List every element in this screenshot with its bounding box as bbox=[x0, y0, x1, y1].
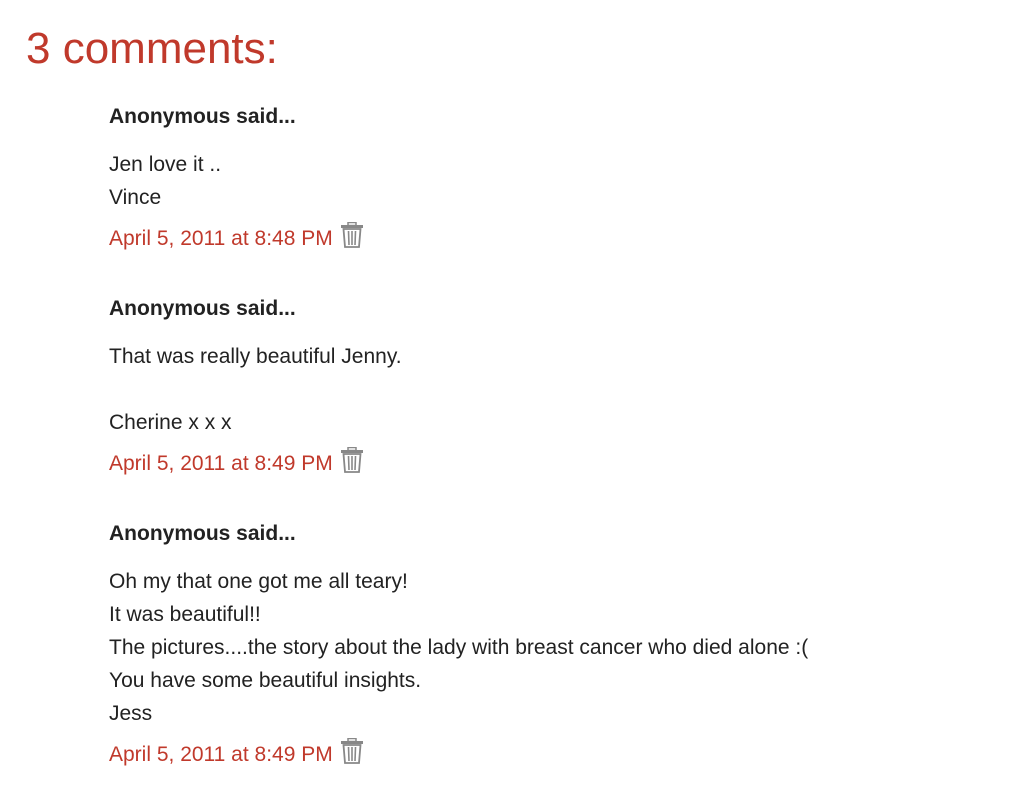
trash-icon[interactable] bbox=[340, 446, 364, 473]
comment-line: Oh my that one got me all teary! bbox=[109, 570, 408, 593]
comment-blank-line bbox=[109, 373, 989, 406]
comment-line: You have some beautiful insights. bbox=[109, 669, 422, 692]
comment-author: Anonymous said... bbox=[109, 297, 296, 320]
comment: Anonymous said... Oh my that one got me … bbox=[109, 521, 989, 768]
comment-timestamp-link[interactable]: April 5, 2011 at 8:49 PM bbox=[109, 742, 333, 768]
comments-section: 3 comments: Anonymous said... Jen love i… bbox=[0, 0, 1030, 797]
trash-icon[interactable] bbox=[340, 221, 364, 248]
comment-footer: April 5, 2011 at 8:49 PM bbox=[109, 446, 989, 477]
comment-line: Jess bbox=[109, 702, 153, 725]
comment-line: It was beautiful!! bbox=[109, 603, 261, 626]
comment-line: Cherine x x x bbox=[109, 411, 232, 434]
comment-footer: April 5, 2011 at 8:49 PM bbox=[109, 737, 989, 768]
comment: Anonymous said... Jen love it .. Vince A… bbox=[109, 104, 989, 252]
comment-body: Jen love it .. Vince bbox=[109, 148, 989, 214]
comment: Anonymous said... That was really beauti… bbox=[109, 296, 989, 477]
comment-timestamp-link[interactable]: April 5, 2011 at 8:49 PM bbox=[109, 451, 333, 477]
comment-line: That was really beautiful Jenny. bbox=[109, 345, 402, 368]
trash-icon[interactable] bbox=[340, 737, 364, 764]
comment-line: Jen love it .. bbox=[109, 153, 222, 176]
comment-body: Oh my that one got me all teary! It was … bbox=[109, 565, 989, 730]
comment-author: Anonymous said... bbox=[109, 522, 296, 545]
comment-footer: April 5, 2011 at 8:48 PM bbox=[109, 221, 989, 252]
comment-line: The pictures....the story about the lady… bbox=[109, 636, 809, 659]
comment-author: Anonymous said... bbox=[109, 105, 296, 128]
comment-line: Vince bbox=[109, 186, 162, 209]
comment-body: That was really beautiful Jenny. Cherine… bbox=[109, 340, 989, 439]
comments-heading: 3 comments: bbox=[26, 24, 278, 73]
comment-timestamp-link[interactable]: April 5, 2011 at 8:48 PM bbox=[109, 226, 333, 252]
